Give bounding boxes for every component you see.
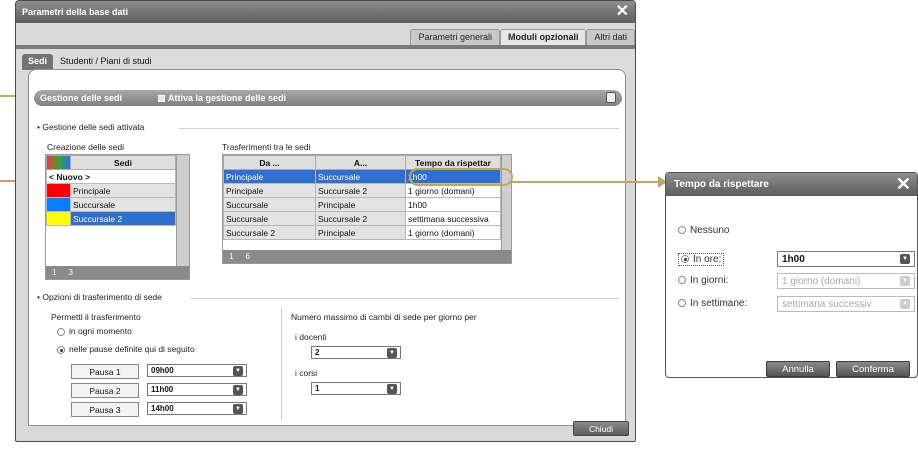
chevron-down-icon[interactable]: ▼ (387, 383, 397, 394)
radio-icon[interactable] (57, 327, 65, 336)
sede-name: Principale (70, 183, 176, 198)
table-row[interactable]: Succursale Principale 1h00 (223, 197, 501, 212)
chevron-down-icon[interactable]: ▼ (900, 254, 910, 264)
footer-count: 1 (229, 252, 234, 261)
window-titlebar: Parametri della base dati (16, 1, 635, 23)
tab-moduli-opzionali[interactable]: Moduli opzionali (499, 29, 587, 45)
radio-icon[interactable] (678, 226, 686, 235)
callout-arrow-dialog (512, 181, 660, 183)
sedi-table: Sedi < Nuovo > Principale Succursale Suc… (45, 154, 190, 280)
radio-ogni-momento[interactable]: in ogni momento (57, 326, 132, 336)
bin-icon[interactable] (606, 92, 616, 103)
group-bar: Gestione delle sedi Attiva la gestione d… (34, 90, 622, 106)
activate-sedi-checkbox[interactable]: Attiva la gestione delle sedi (158, 93, 286, 103)
color-column-icon (46, 155, 71, 170)
sede-color-swatch[interactable] (46, 183, 71, 198)
trasferimenti-label: Trasferimenti tra le sedi (222, 142, 311, 152)
checkbox-icon[interactable] (158, 95, 165, 103)
footer-count: 1 (52, 268, 57, 277)
highlight-ring (409, 168, 513, 186)
creazione-label: Creazione delle sedi (47, 142, 125, 152)
sedi-header[interactable]: Sedi (70, 155, 176, 170)
close-icon[interactable]: ✕ (616, 4, 629, 20)
window-title: Parametri della base dati (22, 7, 129, 17)
pausa-3-select[interactable]: 14h00 ▼ (147, 402, 247, 415)
sede-color-swatch[interactable] (46, 197, 71, 212)
table-footer: 1 6 (223, 250, 511, 263)
tab-parametri-generali[interactable]: Parametri generali (410, 29, 500, 45)
footer-count: 6 (245, 252, 250, 261)
vertical-scrollbar[interactable] (176, 155, 189, 266)
dialog-title: Tempo da rispettare (674, 179, 769, 190)
docenti-select[interactable]: 2 ▼ (311, 346, 401, 359)
group-bar-label: Gestione delle sedi (40, 93, 123, 103)
close-button[interactable]: Chiudi (573, 421, 629, 436)
close-icon[interactable]: ✕ (896, 175, 911, 193)
radio-icon[interactable] (57, 345, 65, 354)
chevron-down-icon[interactable]: ▼ (900, 299, 910, 309)
pausa-3-button[interactable]: Pausa 3 (71, 402, 139, 417)
table-row[interactable]: Succursale 2 Principale 1 giorno (domani) (223, 225, 501, 240)
confirm-button[interactable]: Conferma (836, 361, 910, 377)
chevron-down-icon[interactable]: ▼ (233, 403, 243, 414)
new-sede-row[interactable]: < Nuovo > (46, 169, 176, 184)
corsi-label: i corsi (295, 368, 318, 378)
numero-label: Numero massimo di cambi di sede per gior… (291, 312, 477, 322)
hours-select[interactable]: 1h00 ▼ (777, 251, 915, 267)
radio-in-settimane[interactable]: In settimane: (678, 298, 747, 309)
dialog-titlebar: Tempo da rispettare (666, 173, 917, 196)
activate-sedi-label: Attiva la gestione delle sedi (168, 93, 287, 103)
pausa-2-select[interactable]: 11h00 ▼ (147, 383, 247, 396)
pausa-1-button[interactable]: Pausa 1 (71, 364, 139, 379)
subtab-sedi[interactable]: Sedi (22, 54, 54, 70)
docenti-label: i docenti (295, 332, 327, 342)
sede-row[interactable]: Succursale 2 (46, 211, 176, 226)
permetti-label: Permetti il trasferimento (51, 312, 141, 322)
sede-name: Succursale 2 (70, 211, 176, 226)
sede-name: Succursale (70, 197, 176, 212)
days-select[interactable]: 1 giorno (domani) ▼ (777, 273, 915, 289)
table-footer: 1 3 (46, 266, 189, 279)
chevron-down-icon[interactable]: ▼ (233, 365, 243, 376)
divider (179, 128, 619, 129)
corsi-select[interactable]: 1 ▼ (311, 382, 401, 395)
sede-row[interactable]: Succursale (46, 197, 176, 212)
section-title: • Gestione delle sedi attivata (37, 122, 145, 132)
section-title: • Opzioni di trasferimento di sede (37, 292, 162, 302)
tempo-dialog: Tempo da rispettare ✕ Nessuno In ore: 1h… (665, 172, 918, 378)
vertical-divider (281, 308, 282, 420)
sub-tabs: Sedi Studenti / Piani di studi (16, 49, 635, 71)
chevron-down-icon[interactable]: ▼ (900, 276, 910, 286)
tab-altri-dati[interactable]: Altri dati (586, 29, 635, 45)
sede-row[interactable]: Principale (46, 183, 176, 198)
divider (191, 298, 619, 299)
radio-icon[interactable] (678, 276, 686, 285)
weeks-select[interactable]: settimana successiv ▼ (777, 296, 915, 312)
footer-count: 3 (68, 268, 73, 277)
database-parameters-window: Parametri della base dati ✕ Parametri ge… (15, 0, 636, 442)
radio-nessuno[interactable]: Nessuno (678, 225, 729, 236)
radio-in-ore[interactable]: In ore: (678, 253, 725, 266)
radio-icon[interactable] (681, 255, 689, 264)
radio-icon[interactable] (678, 299, 686, 308)
table-row[interactable]: Succursale Succursale 2 settimana successi… (223, 211, 501, 226)
chevron-down-icon[interactable]: ▼ (233, 384, 243, 395)
radio-nelle-pause[interactable]: nelle pause definite qui di seguito (57, 344, 195, 354)
pausa-1-select[interactable]: 09h00 ▼ (147, 364, 247, 377)
sede-color-swatch[interactable] (46, 211, 71, 226)
content-panel: Gestione delle sedi Attiva la gestione d… (28, 69, 626, 426)
radio-in-giorni[interactable]: In giorni: (678, 275, 728, 286)
subtab-studenti[interactable]: Studenti / Piani di studi (54, 54, 158, 70)
pausa-2-button[interactable]: Pausa 2 (71, 383, 139, 398)
top-tabs: Parametri generali Moduli opzionali Altr… (410, 29, 635, 45)
cancel-button[interactable]: Annulla (766, 361, 830, 377)
col-a[interactable]: A... (315, 155, 406, 170)
col-da[interactable]: Da ... (223, 155, 316, 170)
chevron-down-icon[interactable]: ▼ (387, 347, 397, 358)
